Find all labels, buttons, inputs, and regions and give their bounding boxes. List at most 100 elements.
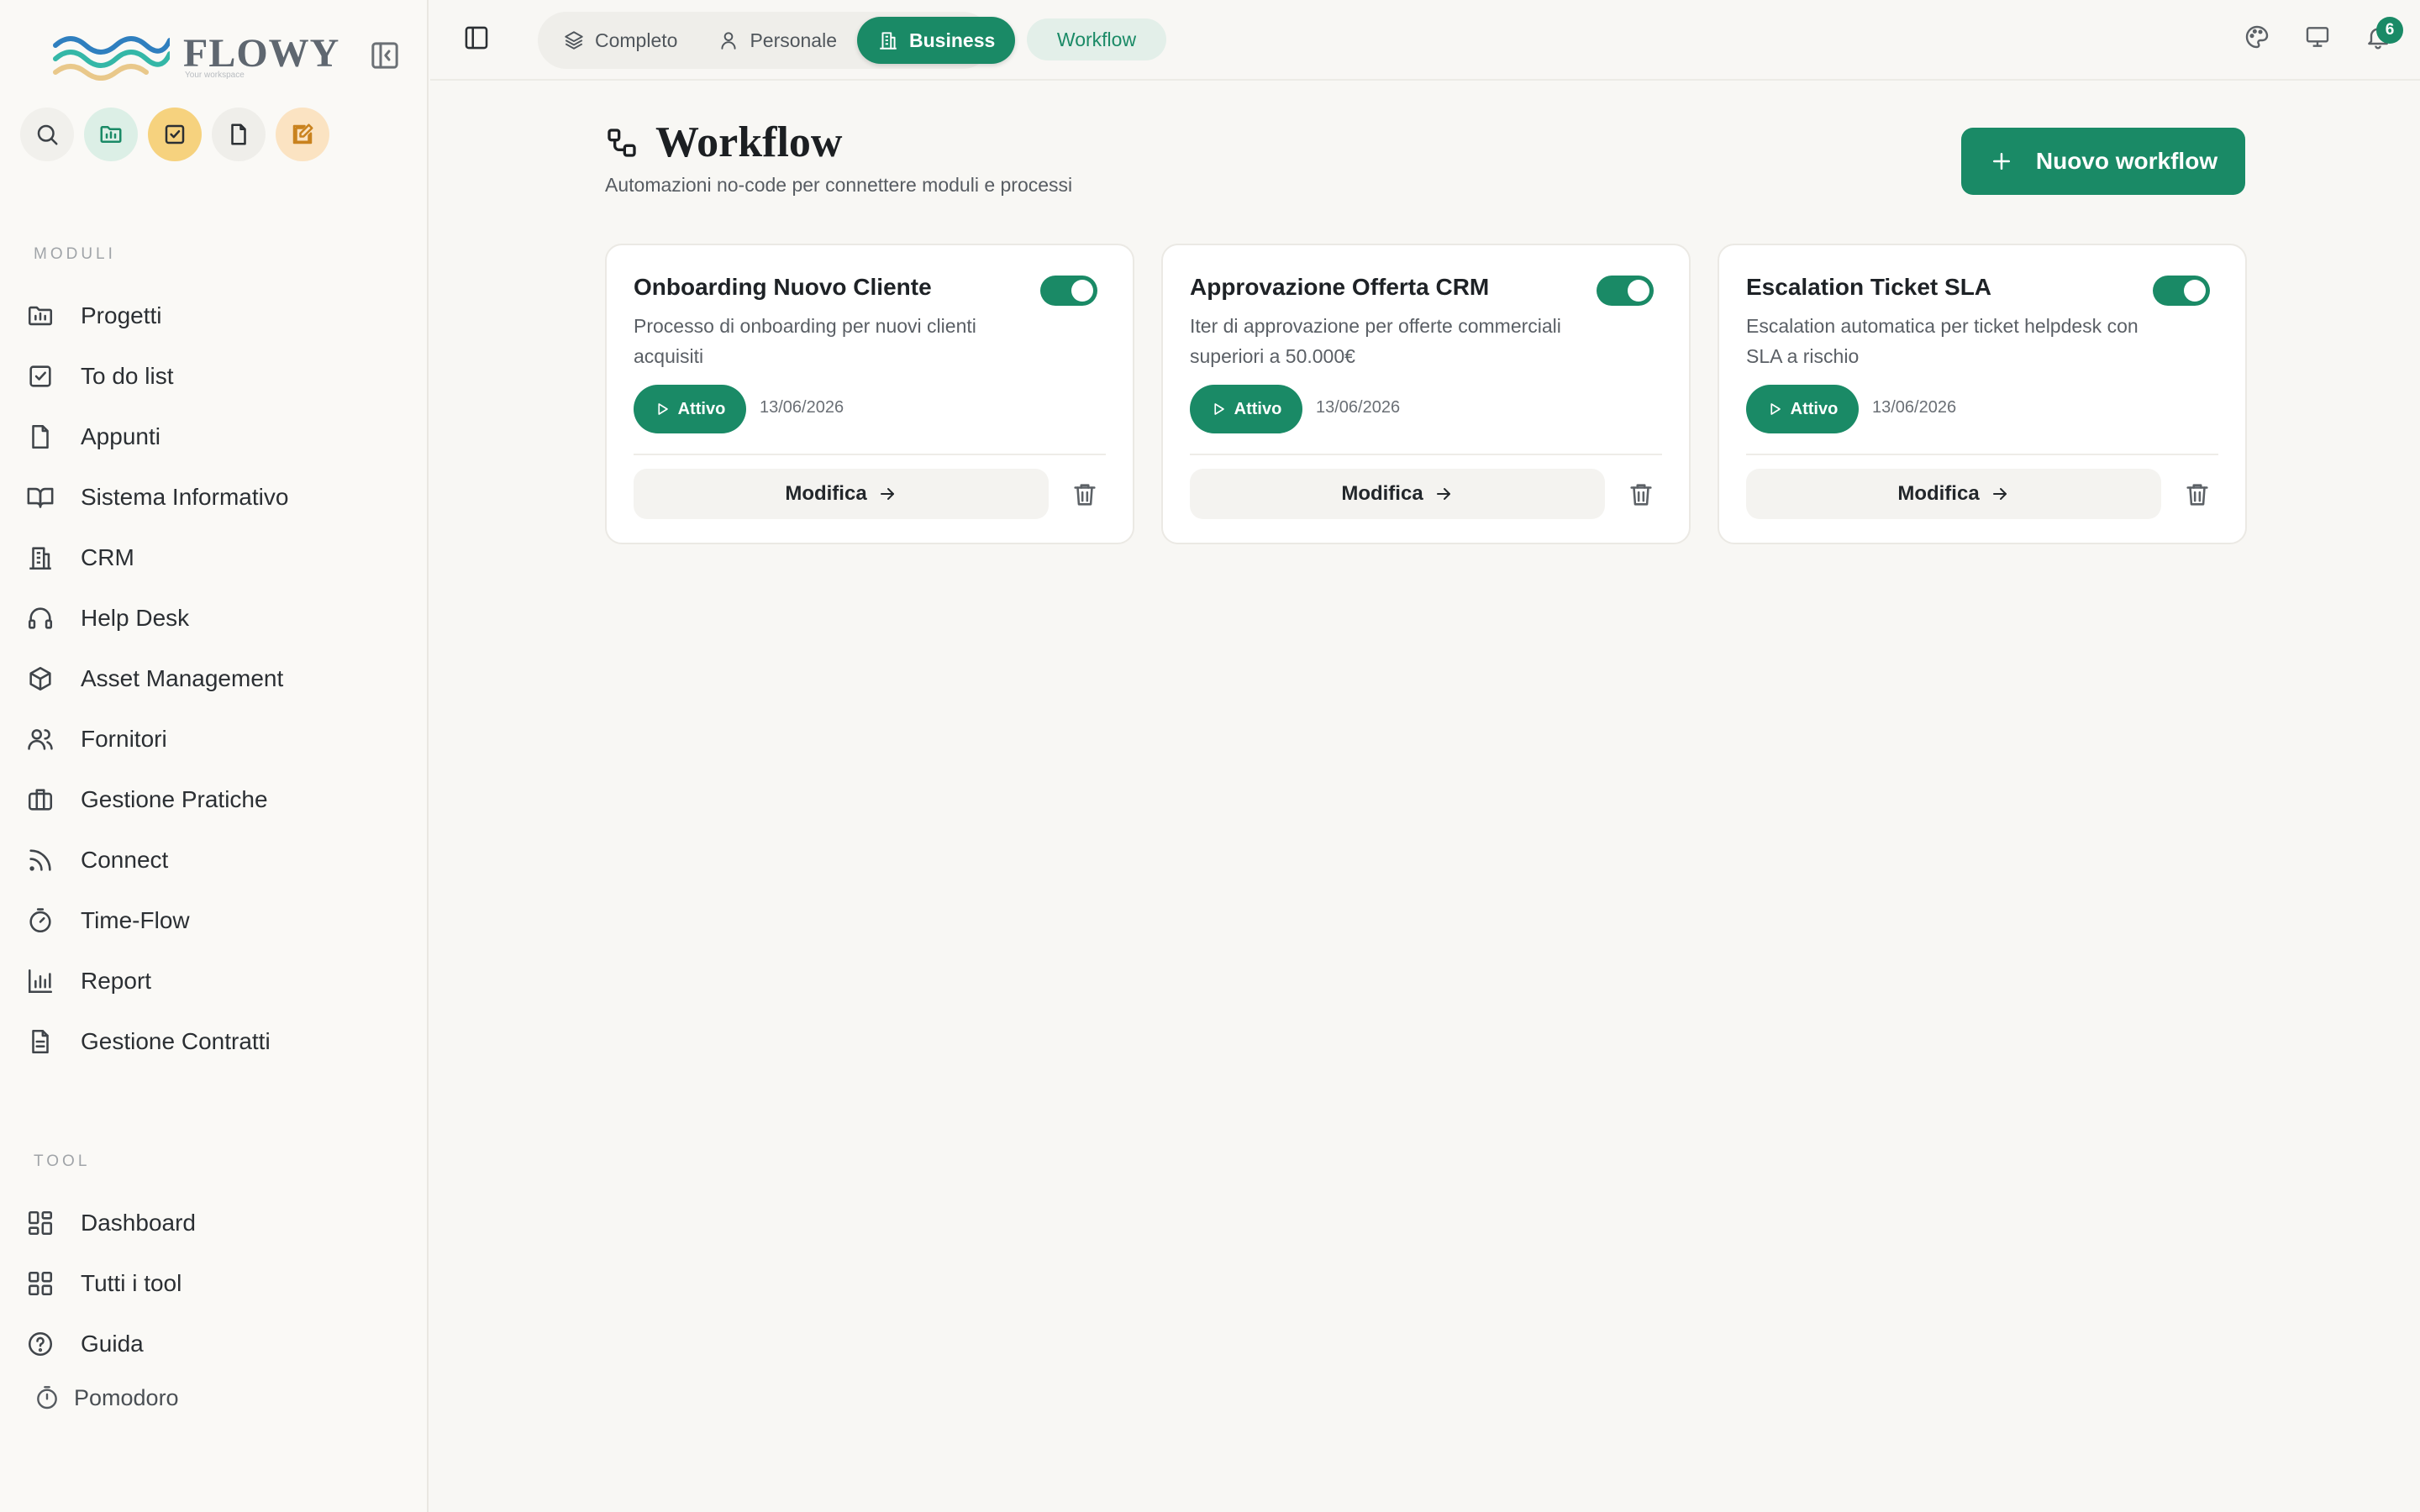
mode-option-label: Business <box>909 29 996 51</box>
toggle-panel-button[interactable] <box>462 24 496 57</box>
book-open-icon <box>25 482 55 512</box>
edit-workflow-button[interactable]: Modifica <box>634 469 1049 519</box>
search-icon <box>37 124 58 145</box>
edit-note-icon <box>292 123 313 144</box>
collapse-sidebar-button[interactable] <box>368 39 402 72</box>
sidebar-item-label: Connect <box>81 847 169 873</box>
sidebar-item-connect[interactable]: Connect <box>25 830 395 890</box>
rss-icon <box>25 845 55 875</box>
building-icon <box>877 29 899 51</box>
workflow-enable-toggle[interactable] <box>1040 276 1097 306</box>
sidebar-item-label: To do list <box>81 363 174 389</box>
help-circle-icon <box>25 1329 55 1359</box>
workflow-enable-toggle[interactable] <box>2153 276 2210 306</box>
workflow-card: Escalation Ticket SLA Escalation automat… <box>1718 244 2247 544</box>
file-icon <box>231 123 246 145</box>
page-subtitle: Automazioni no-code per connettere modul… <box>605 174 1073 196</box>
workflow-description: Processo di onboarding per nuovi clienti… <box>634 315 976 367</box>
workflow-date: 13/06/2026 <box>1316 398 1401 417</box>
topbar: Completo Personale Business Workflow 6 <box>430 0 2420 81</box>
logo[interactable]: FLOWY Your workspace <box>52 29 339 81</box>
trash-icon <box>1074 484 1096 506</box>
briefcase-icon <box>25 785 55 815</box>
quick-actions <box>20 108 329 161</box>
plus-icon <box>1989 149 2014 174</box>
breadcrumb-workflow[interactable]: Workflow <box>1027 18 1166 60</box>
play-icon <box>1211 402 1226 417</box>
sidebar-collapse-icon <box>371 42 398 69</box>
card-divider <box>634 454 1106 455</box>
workflow-list: Onboarding Nuovo Cliente Processo di onb… <box>605 244 2247 544</box>
workflow-status-badge[interactable]: Attivo <box>634 385 746 433</box>
pomodoro-button[interactable]: Pomodoro <box>34 1384 179 1411</box>
mode-option-personale[interactable]: Personale <box>697 17 857 64</box>
quick-search-button[interactable] <box>20 108 74 161</box>
sidebar-item-progetti[interactable]: Progetti <box>25 286 395 346</box>
workflow-icon <box>605 126 639 160</box>
new-workflow-button[interactable]: Nuovo workflow <box>1961 128 2245 195</box>
sidebar-item-todo[interactable]: To do list <box>25 346 395 407</box>
workflow-title: Onboarding Nuovo Cliente <box>634 274 932 300</box>
sidebar-item-guida[interactable]: Guida <box>25 1314 395 1374</box>
theme-button[interactable] <box>2244 24 2270 50</box>
logo-subtitle: Your workspace <box>185 71 245 80</box>
sidebar-item-appunti[interactable]: Appunti <box>25 407 395 467</box>
workflow-status-badge[interactable]: Attivo <box>1190 385 1302 433</box>
sidebar-item-gestione-pratiche[interactable]: Gestione Pratiche <box>25 769 395 830</box>
workflow-enable-toggle[interactable] <box>1597 276 1654 306</box>
sidebar-item-sistema-informativo[interactable]: Sistema Informativo <box>25 467 395 528</box>
monitor-icon <box>2306 27 2329 47</box>
sidebar-item-label: Guida <box>81 1331 144 1357</box>
mode-option-business[interactable]: Business <box>857 17 1016 64</box>
building-icon <box>25 543 55 573</box>
folder-chart-icon <box>25 301 55 331</box>
display-button[interactable] <box>2304 24 2331 50</box>
arrow-right-icon <box>877 484 897 504</box>
sidebar-item-gestione-contratti[interactable]: Gestione Contratti <box>25 1011 395 1072</box>
sidebar-item-label: Dashboard <box>81 1210 196 1236</box>
edit-workflow-button[interactable]: Modifica <box>1746 469 2161 519</box>
sidebar-item-dashboard[interactable]: Dashboard <box>25 1193 395 1253</box>
logo-text: FLOWY <box>183 31 340 76</box>
sidebar-item-fornitori[interactable]: Fornitori <box>25 709 395 769</box>
tools-nav: Dashboard Tutti i tool Guida <box>25 1193 395 1374</box>
sidebar-item-help-desk[interactable]: Help Desk <box>25 588 395 648</box>
sidebar-item-label: Appunti <box>81 423 160 449</box>
mode-option-completo[interactable]: Completo <box>543 17 697 64</box>
new-workflow-label: Nuovo workflow <box>2035 148 2218 174</box>
trash-icon <box>1630 484 1652 506</box>
quick-todo-button[interactable] <box>148 108 202 161</box>
workflow-description: Iter di approvazione per offerte commerc… <box>1190 315 1561 367</box>
topbar-actions: 6 <box>2244 17 2403 50</box>
workflow-status-label: Attivo <box>1790 399 1839 418</box>
sidebar-item-label: Help Desk <box>81 605 190 631</box>
timer-icon <box>25 906 55 936</box>
notifications-button[interactable]: 6 <box>2365 17 2403 50</box>
sidebar-item-time-flow[interactable]: Time-Flow <box>25 890 395 951</box>
layers-icon <box>563 29 585 51</box>
workflow-status-badge[interactable]: Attivo <box>1746 385 1859 433</box>
timer-icon <box>34 1384 60 1411</box>
sidebar-item-report[interactable]: Report <box>25 951 395 1011</box>
edit-workflow-label: Modifica <box>1341 482 1423 505</box>
sidebar-item-tutti-i-tool[interactable]: Tutti i tool <box>25 1253 395 1314</box>
quick-edit-button[interactable] <box>276 108 329 161</box>
page-title: Workflow <box>655 118 843 166</box>
sidebar-item-label: Fornitori <box>81 726 167 752</box>
card-divider <box>1190 454 1662 455</box>
quick-notes-button[interactable] <box>212 108 266 161</box>
sidebar-item-crm[interactable]: CRM <box>25 528 395 588</box>
workflow-title: Approvazione Offerta CRM <box>1190 274 1490 300</box>
sidebar-item-label: Tutti i tool <box>81 1270 182 1296</box>
quick-projects-button[interactable] <box>84 108 138 161</box>
checkbox-icon <box>165 124 185 144</box>
play-icon <box>655 402 670 417</box>
delete-workflow-button[interactable] <box>1627 480 1655 509</box>
sidebar-item-asset-management[interactable]: Asset Management <box>25 648 395 709</box>
delete-workflow-button[interactable] <box>2183 480 2212 509</box>
file-icon <box>25 422 55 452</box>
delete-workflow-button[interactable] <box>1071 480 1099 509</box>
workflow-status-label: Attivo <box>1234 399 1282 418</box>
edit-workflow-button[interactable]: Modifica <box>1190 469 1605 519</box>
dashboard-icon <box>25 1208 55 1238</box>
